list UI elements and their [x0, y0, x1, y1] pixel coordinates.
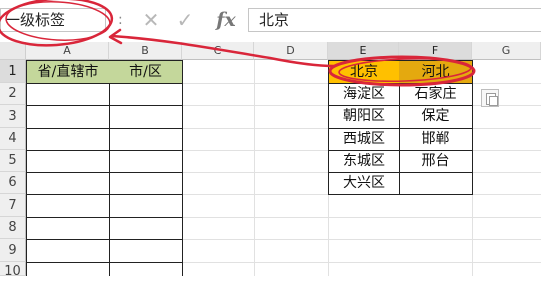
table-cell[interactable]: [109, 106, 183, 129]
row-header-5[interactable]: 5: [0, 150, 26, 172]
table-cell[interactable]: [26, 129, 110, 151]
row-header-2[interactable]: 2: [0, 83, 26, 105]
row-header-8[interactable]: 8: [0, 217, 26, 239]
row-header-3[interactable]: 3: [0, 105, 26, 128]
table-cell[interactable]: [109, 129, 183, 151]
table-cell[interactable]: [109, 263, 183, 276]
column-header-e[interactable]: E: [328, 42, 399, 60]
insert-function-button[interactable]: fx: [208, 8, 244, 32]
row-header-1[interactable]: 1: [0, 60, 26, 83]
table-cell[interactable]: [109, 84, 183, 106]
column-header-a[interactable]: A: [26, 42, 109, 60]
cell-f6[interactable]: [399, 173, 473, 195]
cell-e1[interactable]: 北京: [328, 60, 400, 84]
formula-bar-separator: :: [118, 12, 123, 28]
table-cell[interactable]: [26, 173, 110, 195]
select-all-corner[interactable]: [0, 42, 26, 60]
column-header-f[interactable]: F: [399, 42, 472, 60]
column-header-d[interactable]: D: [254, 42, 328, 60]
cell-e4[interactable]: 西城区: [328, 129, 400, 151]
cell-f1[interactable]: 河北: [399, 60, 473, 84]
cell-e5[interactable]: 东城区: [328, 151, 400, 173]
table-cell[interactable]: [26, 218, 110, 240]
table-cell[interactable]: [109, 151, 183, 173]
cell-f2[interactable]: 石家庄: [399, 84, 473, 106]
table-cell[interactable]: [109, 218, 183, 240]
cell-e3[interactable]: 朝阳区: [328, 106, 400, 129]
spreadsheet-grid: A B C D E F G 1 2 3 4 5 6 7 8 9 10 省/直辖市…: [0, 42, 541, 279]
cell-b1[interactable]: 市/区: [109, 60, 183, 84]
row-header-10[interactable]: 10: [0, 262, 26, 279]
cell-f5[interactable]: 邢台: [399, 151, 473, 173]
checkmark-icon[interactable]: ✓: [170, 8, 200, 32]
table-cell[interactable]: [26, 195, 110, 218]
table-cell[interactable]: [109, 240, 183, 263]
table-cell[interactable]: [109, 173, 183, 195]
table-cell[interactable]: [26, 106, 110, 129]
table-cell[interactable]: [109, 195, 183, 218]
close-icon[interactable]: ✕: [136, 8, 166, 32]
cell-f3[interactable]: 保定: [399, 106, 473, 129]
column-header-g[interactable]: G: [472, 42, 541, 60]
cell-f4[interactable]: 邯郸: [399, 129, 473, 151]
cell-a1[interactable]: 省/直辖市: [26, 60, 110, 84]
column-header-c[interactable]: C: [182, 42, 254, 60]
name-box[interactable]: 一级标签: [0, 8, 106, 32]
formula-input[interactable]: 北京: [248, 8, 541, 32]
row-header-9[interactable]: 9: [0, 239, 26, 262]
table-cell[interactable]: [26, 84, 110, 106]
cell-e2[interactable]: 海淀区: [328, 84, 400, 106]
paste-options-icon[interactable]: [481, 89, 499, 107]
row-header-4[interactable]: 4: [0, 128, 26, 150]
formula-bar: 一级标签 : ✕ ✓ fx 北京: [0, 0, 541, 42]
table-cell[interactable]: [26, 263, 110, 276]
table-cell[interactable]: [26, 151, 110, 173]
row-header-6[interactable]: 6: [0, 172, 26, 194]
cell-e6[interactable]: 大兴区: [328, 173, 400, 195]
table-cell[interactable]: [26, 240, 110, 263]
row-header-7[interactable]: 7: [0, 194, 26, 217]
column-header-b[interactable]: B: [109, 42, 182, 60]
